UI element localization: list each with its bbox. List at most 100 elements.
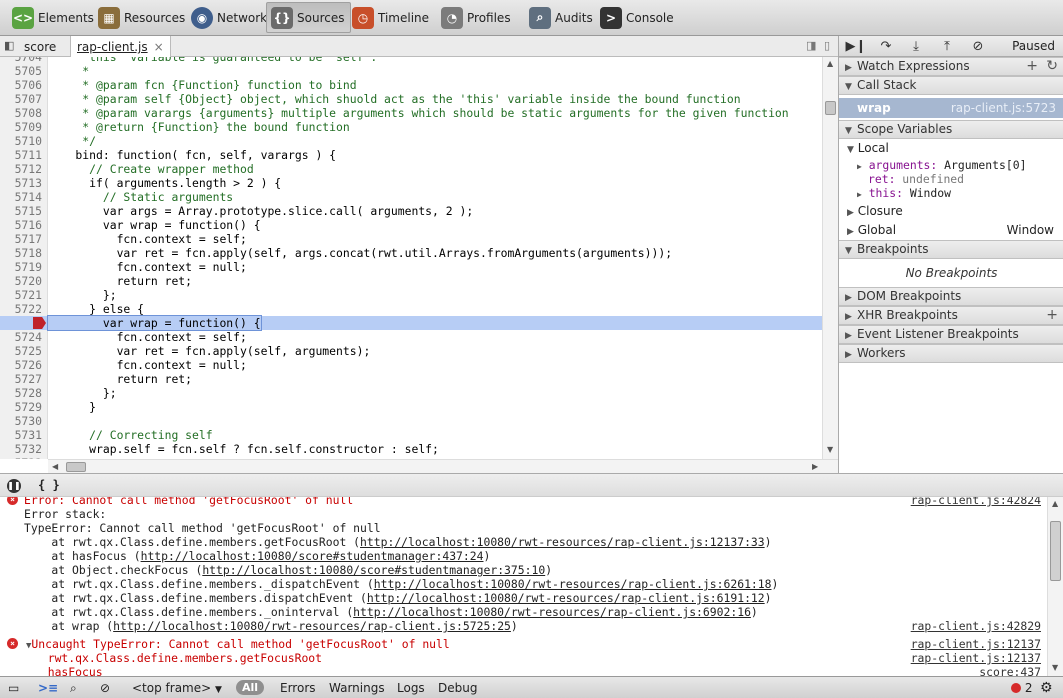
tab-sources[interactable]: {} Sources	[266, 2, 352, 33]
stack-link[interactable]: http://localhost:10080/rwt-resources/rap…	[374, 577, 772, 591]
line-number[interactable]: 5715	[0, 204, 42, 218]
execution-pointer-icon[interactable]	[33, 317, 46, 329]
stack-link[interactable]: http://localhost:10080/rwt-resources/rap…	[360, 535, 765, 549]
more-tabs-icon[interactable]: ▯	[824, 39, 830, 52]
code-line[interactable]: 5711 bind: function( fcn, self, varargs …	[0, 148, 822, 162]
tab-network[interactable]: ◉ Network	[187, 2, 273, 33]
code-line[interactable]: 5718 var ret = fcn.apply(self, args.conc…	[0, 246, 822, 260]
event-listener-breakpoints-header[interactable]: ▶ Event Listener Breakpoints	[839, 325, 1063, 344]
refresh-icon[interactable]: ↻	[1046, 58, 1058, 75]
source-location-link[interactable]: score:437	[979, 665, 1041, 676]
xhr-breakpoints-header[interactable]: ▶ XHR Breakpoints +	[839, 306, 1063, 325]
scroll-thumb[interactable]	[1050, 521, 1061, 581]
line-number[interactable]: 5730	[0, 414, 42, 428]
line-number[interactable]: 5727	[0, 372, 42, 386]
line-number[interactable]: 5725	[0, 344, 42, 358]
line-number[interactable]: 5728	[0, 386, 42, 400]
code-line[interactable]: 5720 return ret;	[0, 274, 822, 288]
toggle-debugger-icon[interactable]: ◨	[806, 39, 816, 52]
line-number[interactable]: 5717	[0, 232, 42, 246]
line-number[interactable]: 5716	[0, 218, 42, 232]
toggle-navigator-icon[interactable]: ◧	[4, 39, 14, 52]
scroll-thumb[interactable]	[825, 101, 836, 115]
code-line[interactable]: 5710 */	[0, 134, 822, 148]
line-number[interactable]: 5711	[0, 148, 42, 162]
scope-local[interactable]: ▼ Local	[839, 140, 1063, 157]
line-number[interactable]: 5729	[0, 400, 42, 414]
dom-breakpoints-header[interactable]: ▶ DOM Breakpoints	[839, 287, 1063, 306]
code-line[interactable]: 5724 fcn.context = self;	[0, 330, 822, 344]
tab-elements[interactable]: <> Elements	[8, 2, 100, 33]
source-location-link[interactable]: rap-client.js:42829	[911, 619, 1041, 633]
tab-resources[interactable]: ▦ Resources	[94, 2, 191, 33]
code-line[interactable]: 5713 if( arguments.length > 2 ) {	[0, 176, 822, 190]
add-icon[interactable]: +	[1046, 307, 1058, 324]
close-icon[interactable]: ×	[154, 40, 164, 54]
error-counter[interactable]: 2	[1011, 679, 1032, 697]
code-line[interactable]: 5726 fcn.context = null;	[0, 358, 822, 372]
clear-console-icon[interactable]: ⊘	[100, 679, 110, 697]
stack-link[interactable]: http://localhost:10080/rwt-resources/rap…	[367, 591, 765, 605]
line-number[interactable]: 5733	[0, 456, 42, 459]
tab-profiles[interactable]: ◔ Profiles	[437, 2, 517, 33]
code-line[interactable]: 5722 } else {	[0, 302, 822, 316]
filter-errors[interactable]: Errors	[280, 679, 316, 697]
search-icon[interactable]: ⌕	[70, 679, 77, 697]
line-number[interactable]: 5720	[0, 274, 42, 288]
frame-selector[interactable]: <top frame> ▼	[132, 679, 222, 697]
code-editor[interactable]: 5704 this variable is guaranteed to be s…	[0, 57, 822, 459]
console-vertical-scrollbar[interactable]: ▲ ▼	[1047, 497, 1063, 676]
line-number[interactable]: 5708	[0, 106, 42, 120]
line-number[interactable]: 5712	[0, 162, 42, 176]
editor-tab-rap-client[interactable]: rap-client.js ×	[70, 36, 171, 58]
stack-link[interactable]: http://localhost:10080/rwt-resources/rap…	[353, 605, 751, 619]
line-number[interactable]: 5705	[0, 64, 42, 78]
editor-horizontal-scrollbar[interactable]: ◀ ▶	[48, 459, 838, 473]
tab-timeline[interactable]: ◷ Timeline	[348, 2, 435, 33]
code-line[interactable]: 5721 };	[0, 288, 822, 302]
line-number[interactable]: 5706	[0, 78, 42, 92]
code-line[interactable]: 5727 return ret;	[0, 372, 822, 386]
code-line[interactable]: 5708 * @param varargs {arguments} multip…	[0, 106, 822, 120]
code-line[interactable]: 5712 // Create wrapper method	[0, 162, 822, 176]
pause-icon[interactable]: ❚❚	[7, 479, 21, 493]
step-out-icon[interactable]: ⤒	[936, 38, 958, 55]
scroll-down-icon[interactable]: ▼	[827, 445, 833, 454]
dock-icon[interactable]: ▭	[8, 679, 19, 697]
scroll-down-icon[interactable]: ▼	[1052, 663, 1058, 672]
code-line[interactable]: 5705 *	[0, 64, 822, 78]
scroll-up-icon[interactable]: ▲	[827, 59, 833, 68]
code-line[interactable]: 5732 wrap.self = fcn.self ? fcn.self.con…	[0, 442, 822, 456]
resume-icon[interactable]: ▶❙	[845, 38, 867, 55]
tab-console[interactable]: > Console	[596, 2, 680, 33]
filter-logs[interactable]: Logs	[397, 679, 425, 697]
editor-tab-score[interactable]: score	[18, 36, 62, 57]
paused-code-line[interactable]: var wrap = function() {	[0, 315, 822, 331]
line-number[interactable]: 5724	[0, 330, 42, 344]
scope-closure[interactable]: ▶ Closure	[839, 203, 1063, 220]
watch-expressions-header[interactable]: ▶ Watch Expressions + ↻	[839, 57, 1063, 76]
local-this[interactable]: ▶ this: Window	[839, 185, 1063, 202]
line-number[interactable]: 5726	[0, 358, 42, 372]
code-line[interactable]: 5728 };	[0, 386, 822, 400]
code-line[interactable]: 5714 // Static arguments	[0, 190, 822, 204]
code-line[interactable]: 5709 * @return {Function} the bound func…	[0, 120, 822, 134]
gear-icon[interactable]: ⚙	[1040, 679, 1053, 697]
code-line[interactable]: 5716 var wrap = function() {	[0, 218, 822, 232]
workers-header[interactable]: ▶ Workers	[839, 344, 1063, 363]
line-number[interactable]: 5707	[0, 92, 42, 106]
source-location-link[interactable]: rap-client.js:12137	[911, 651, 1041, 665]
line-number[interactable]: 5732	[0, 442, 42, 456]
line-number[interactable]: 5710	[0, 134, 42, 148]
breakpoints-header[interactable]: ▼ Breakpoints	[839, 240, 1063, 259]
filter-all[interactable]: All	[236, 680, 265, 695]
line-number[interactable]: 5731	[0, 428, 42, 442]
console-output[interactable]: × Error: Cannot call method 'getFocusRoot…	[0, 497, 1047, 676]
line-number[interactable]: 5722	[0, 302, 42, 316]
code-line[interactable]: 5715 var args = Array.prototype.slice.ca…	[0, 204, 822, 218]
editor-vertical-scrollbar[interactable]: ▲ ▼	[822, 57, 838, 459]
scroll-left-icon[interactable]: ◀	[52, 462, 58, 471]
line-number[interactable]: 5721	[0, 288, 42, 302]
code-line[interactable]: 5725 var ret = fcn.apply(self, arguments…	[0, 344, 822, 358]
line-number[interactable]: 5719	[0, 260, 42, 274]
